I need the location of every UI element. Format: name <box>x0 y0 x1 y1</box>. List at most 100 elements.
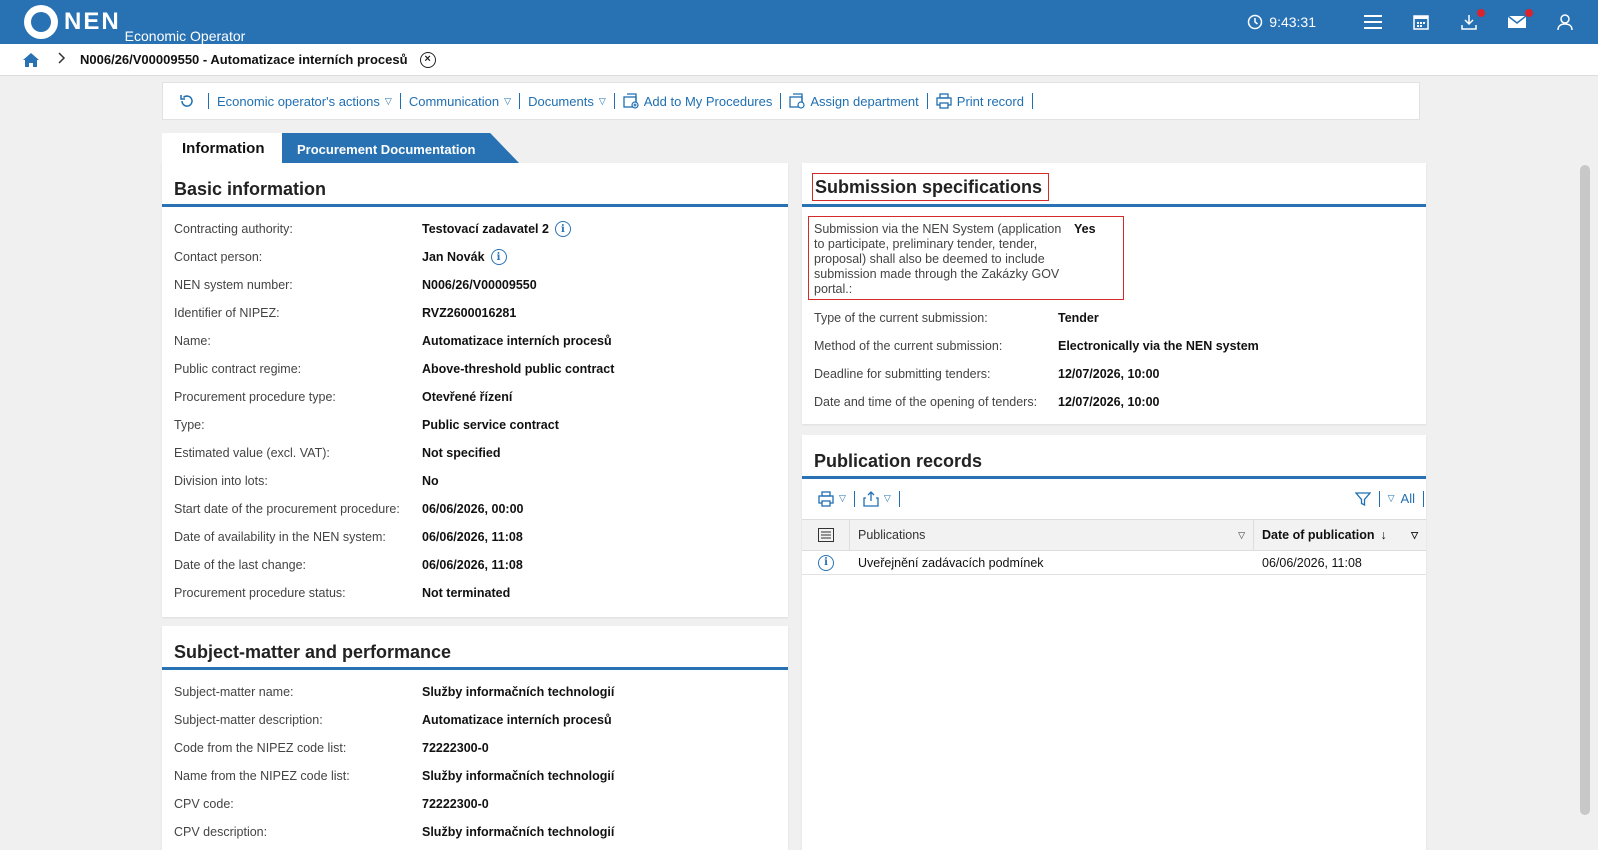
tab-information[interactable]: Information <box>162 133 282 163</box>
info-icon[interactable]: i <box>554 221 571 237</box>
tab-procurement-documentation[interactable]: Procurement Documentation <box>279 133 519 163</box>
field-row: Name from the NIPEZ code list: Služby inf… <box>162 762 788 790</box>
column-settings-icon <box>817 528 834 542</box>
print-record-button[interactable]: Print record <box>928 93 1033 109</box>
field-label: Start date of the procurement procedure: <box>174 502 400 516</box>
field-value: Služby informačních technologií <box>422 685 614 699</box>
print-menu-button[interactable]: ▽ <box>810 490 855 507</box>
column-date[interactable]: Date of publication ↓ ▽ <box>1254 528 1426 542</box>
user-icon[interactable] <box>1552 9 1578 35</box>
app-header: NEN Economic Operator 9:43:31 <box>0 0 1598 44</box>
field-value-text: Not specified <box>422 446 501 460</box>
field-label: Contact person: <box>174 250 263 264</box>
field-value: 06/06/2026, 00:00 <box>422 502 523 516</box>
column-settings-button[interactable] <box>802 520 850 550</box>
column-publications[interactable]: Publications ▽ <box>850 520 1254 550</box>
field-value: Služby informačních technologií <box>422 825 614 839</box>
field-value-text: Jan Novák <box>422 250 485 264</box>
info-icon[interactable]: i <box>802 554 850 571</box>
table-row[interactable]: i Uveřejnění zadávacích podmínek 06/06/202… <box>802 551 1426 575</box>
field-row: Procurement procedure status: Not termina… <box>162 579 788 607</box>
communication-label: Communication <box>408 93 500 109</box>
nen-logo[interactable]: NEN Economic Operator <box>24 5 245 44</box>
field-value-text: Electronically via the NEN system <box>1058 339 1259 353</box>
field-row: Start date of the procurement procedure:… <box>162 495 788 523</box>
chevron-down-icon: ▽ <box>1387 493 1395 503</box>
field-value-text: 06/06/2026, 11:08 <box>422 558 523 572</box>
field-row: Name: Automatizace interních procesů <box>162 327 788 355</box>
field-label: Identifier of NIPEZ: <box>174 306 280 320</box>
add-to-my-procedures-button[interactable]: Add to My Procedures <box>615 93 782 109</box>
filter-all-dropdown[interactable]: ▽ All <box>1380 490 1424 507</box>
field-row: Code from the NIPEZ code list: 72222300-0 <box>162 734 788 762</box>
export-menu-button[interactable]: ▽ <box>855 490 900 507</box>
refresh-button[interactable] <box>171 93 209 109</box>
chevron-down-icon[interactable]: ▽ <box>1238 530 1245 541</box>
field-label: Procurement procedure type: <box>174 390 336 404</box>
chevron-down-icon: ▽ <box>598 95 606 106</box>
field-row: Method of the current submission: Electro… <box>802 332 1426 360</box>
chevron-down-icon: ▽ <box>883 493 891 503</box>
publication-grid-header: Publications ▽ Date of publication ↓ ▽ <box>802 519 1426 551</box>
field-value-text: 06/06/2026, 11:08 <box>422 530 523 544</box>
field-row: CPV description: Služby informačních tech… <box>162 818 788 846</box>
sort-desc-icon: ↓ <box>1380 528 1387 542</box>
subject-matter-title: Subject-matter and performance <box>162 626 788 670</box>
download-icon[interactable] <box>1456 9 1485 35</box>
field-row: Type: Public service contract <box>162 411 788 439</box>
field-label: CPV description: <box>174 825 268 839</box>
calendar-icon[interactable] <box>1408 9 1434 35</box>
filter-all-label: All <box>1400 491 1415 506</box>
field-row: Contracting authority: Testovací zadavate… <box>162 215 788 243</box>
basic-info-panel: Basic information Contracting authority:… <box>162 163 788 617</box>
field-value-text: Služby informačních technologií <box>422 769 615 783</box>
communication-menu[interactable]: Communication ▽ <box>401 93 521 109</box>
chevron-right-icon <box>58 52 66 67</box>
field-value-text: RVZ2600016281 <box>422 306 517 320</box>
home-icon[interactable] <box>22 52 40 68</box>
submission-panel: Submission specifications Submission via… <box>802 163 1426 424</box>
filter-icon <box>1354 491 1371 506</box>
notification-dot <box>1525 9 1533 17</box>
close-icon[interactable]: × <box>419 51 436 68</box>
nen-submission-value: Yes <box>1074 222 1096 236</box>
info-icon[interactable]: i <box>490 249 507 265</box>
breadcrumb-current[interactable]: N006/26/V00009550 - Automatizace interní… <box>80 52 408 67</box>
field-value: Above-threshold public contract <box>422 362 614 376</box>
export-icon <box>863 490 879 507</box>
filter-button[interactable] <box>1347 490 1380 507</box>
assign-department-label: Assign department <box>810 93 919 109</box>
chevron-down-icon[interactable]: ▽ <box>1411 530 1418 541</box>
field-value: Testovací zadavatel 2 i <box>422 221 571 237</box>
field-label: Division into lots: <box>174 474 268 488</box>
field-value: 72222300-0 <box>422 741 489 755</box>
field-label: Type of the current submission: <box>814 311 988 325</box>
chevron-down-icon: ▽ <box>504 95 512 106</box>
field-label: Estimated value (excl. VAT): <box>174 446 330 460</box>
assign-department-button[interactable]: Assign department <box>781 93 928 109</box>
mail-icon[interactable] <box>1504 9 1533 35</box>
field-value: No <box>422 474 439 488</box>
print-record-label: Print record <box>956 93 1024 109</box>
field-label: Date of the last change: <box>174 558 307 572</box>
operator-actions-menu[interactable]: Economic operator's actions ▽ <box>209 93 401 109</box>
nen-submission-label: Submission via the NEN System (applicati… <box>814 222 1062 296</box>
field-label: Name: <box>174 334 211 348</box>
clock-icon <box>1248 14 1263 30</box>
field-value-text: 06/06/2026, 00:00 <box>422 502 524 516</box>
action-toolbar: Economic operator's actions ▽ Communicati… <box>162 82 1420 120</box>
page-scrollbar[interactable] <box>1580 165 1590 815</box>
logo-subtitle: Economic Operator <box>124 28 246 44</box>
field-row: Date and time of the opening of tenders:… <box>802 388 1426 416</box>
documents-menu[interactable]: Documents ▽ <box>520 93 615 109</box>
publication-name[interactable]: Uveřejnění zadávacích podmínek <box>850 556 1254 570</box>
field-value-text: Služby informačních technologií <box>422 825 615 839</box>
field-label: Name from the NIPEZ code list: <box>174 769 350 783</box>
field-value: Automatizace interních procesů <box>422 334 612 348</box>
column-date-label: Date of publication <box>1262 528 1375 542</box>
menu-icon[interactable] <box>1360 9 1386 35</box>
field-value-text: 72222300-0 <box>422 741 489 755</box>
field-value: 06/06/2026, 11:08 <box>422 530 523 544</box>
publication-toolbar: ▽ ▽ ▽ All <box>802 479 1426 519</box>
field-value: 12/07/2026, 10:00 <box>1058 367 1159 381</box>
